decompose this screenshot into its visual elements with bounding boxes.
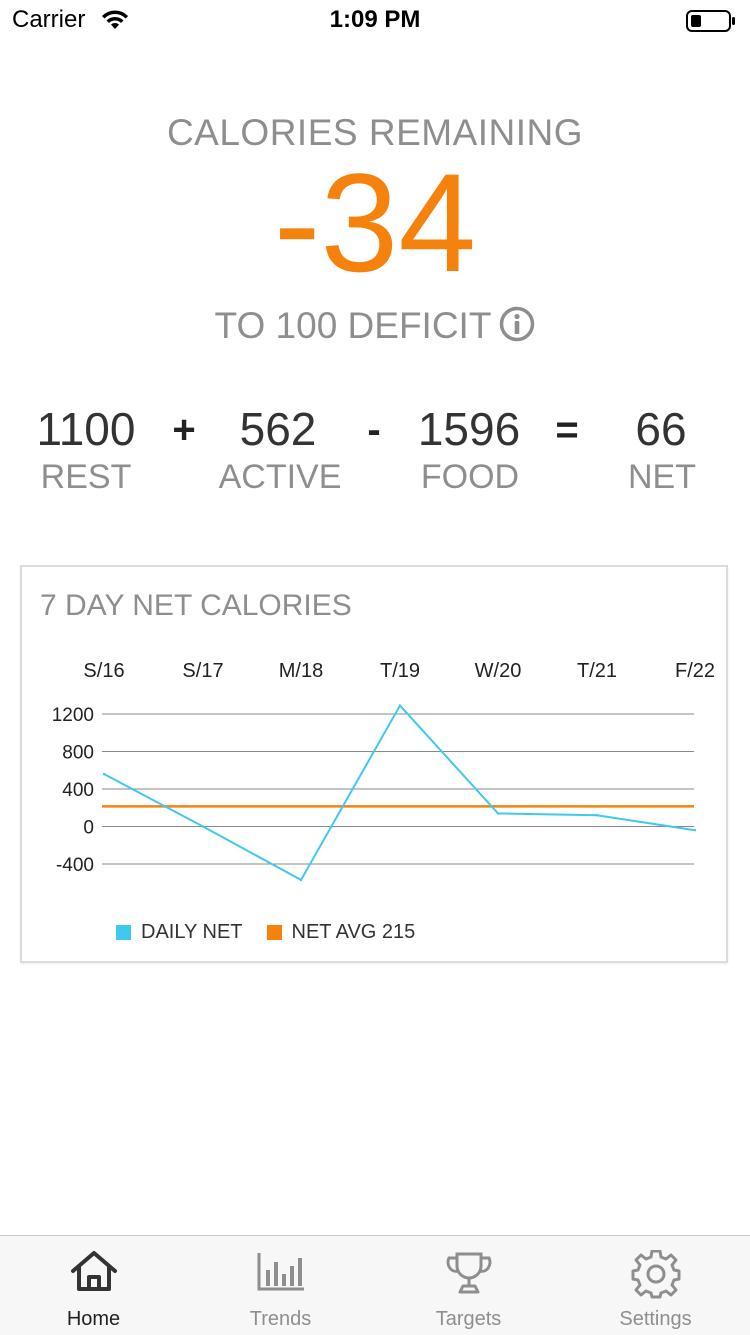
- daily-net-point: [496, 812, 500, 815]
- y-tick-label: 400: [62, 780, 94, 801]
- y-tick-label: 0: [83, 818, 94, 839]
- active-label: ACTIVE: [218, 458, 342, 496]
- tab-targets[interactable]: Targets: [375, 1236, 562, 1335]
- tab-bar: Home Trends Targets Settings: [0, 1235, 750, 1335]
- y-tick-label: -400: [56, 855, 94, 876]
- daily-net-point: [595, 814, 599, 817]
- active-value: 562: [239, 403, 317, 455]
- calories-remaining-value: -34: [273, 144, 477, 301]
- daily-net-point: [693, 829, 697, 832]
- rest-value: 1100: [36, 403, 136, 455]
- legend-swatch-daily-net: [116, 925, 131, 940]
- x-tick-label: F/22: [675, 660, 715, 682]
- x-tick-label: M/18: [279, 660, 323, 682]
- chart-legend: DAILY NET NET AVG 215: [116, 921, 439, 944]
- tab-settings[interactable]: Settings: [562, 1236, 749, 1335]
- equals-operator: =: [555, 408, 579, 452]
- tab-trends-label: Trends: [249, 1308, 312, 1330]
- plus-operator: +: [172, 408, 196, 452]
- house-icon: [70, 1251, 117, 1291]
- legend-item-net-avg: NET AVG 215: [266, 921, 416, 944]
- legend-item-daily-net: DAILY NET: [116, 921, 243, 944]
- tab-targets-label: Targets: [435, 1308, 502, 1330]
- legend-label-net-avg: NET AVG 215: [291, 921, 416, 943]
- x-tick-label: T/19: [380, 660, 420, 682]
- clock: 1:09 PM: [329, 6, 421, 33]
- daily-net-point: [398, 704, 402, 707]
- minus-operator: -: [367, 408, 381, 452]
- x-tick-label: T/21: [577, 660, 617, 682]
- x-tick-label: S/16: [83, 660, 124, 682]
- rest-label: REST: [40, 458, 132, 496]
- net-value: 66: [635, 403, 687, 455]
- trophy-icon: [446, 1252, 491, 1294]
- y-tick-label: 800: [62, 743, 94, 764]
- info-icon[interactable]: [499, 306, 535, 351]
- tab-home[interactable]: Home: [0, 1236, 187, 1335]
- net-calories-chart: 1200 800 400 0 -400 S/16 S/17 M/18 T/19 W/20 T/21 F…: [52, 660, 715, 882]
- battery-icon: [686, 10, 735, 32]
- status-bar: Carrier 1:09 PM: [0, 0, 750, 40]
- x-tick-label: S/17: [182, 660, 223, 682]
- legend-swatch-net-avg: [266, 925, 282, 940]
- x-tick-label: W/20: [475, 660, 522, 682]
- daily-net-line: [103, 703, 696, 882]
- food-label: FOOD: [420, 458, 520, 496]
- tab-home-label: Home: [66, 1308, 121, 1330]
- net-calories-chart-card: 7 DAY NET CALORIES 1200 800 400 0 -400 S/16 S/…: [20, 565, 728, 963]
- daily-net-point: [201, 825, 205, 828]
- deficit-target-label: TO 100 DEFICIT: [214, 305, 492, 346]
- gear-icon: [631, 1250, 680, 1299]
- deficit-target: TO 100 DEFICIT: [0, 305, 750, 351]
- food-value: 1596: [417, 403, 521, 455]
- daily-net-point: [299, 878, 303, 882]
- tab-trends[interactable]: Trends: [187, 1236, 374, 1335]
- y-tick-label: 1200: [52, 705, 94, 726]
- bar-chart-icon: [257, 1253, 304, 1291]
- daily-net-point: [102, 772, 106, 776]
- net-label: NET: [628, 458, 696, 496]
- legend-label-daily-net: DAILY NET: [141, 921, 243, 943]
- tab-settings-label: Settings: [619, 1308, 692, 1330]
